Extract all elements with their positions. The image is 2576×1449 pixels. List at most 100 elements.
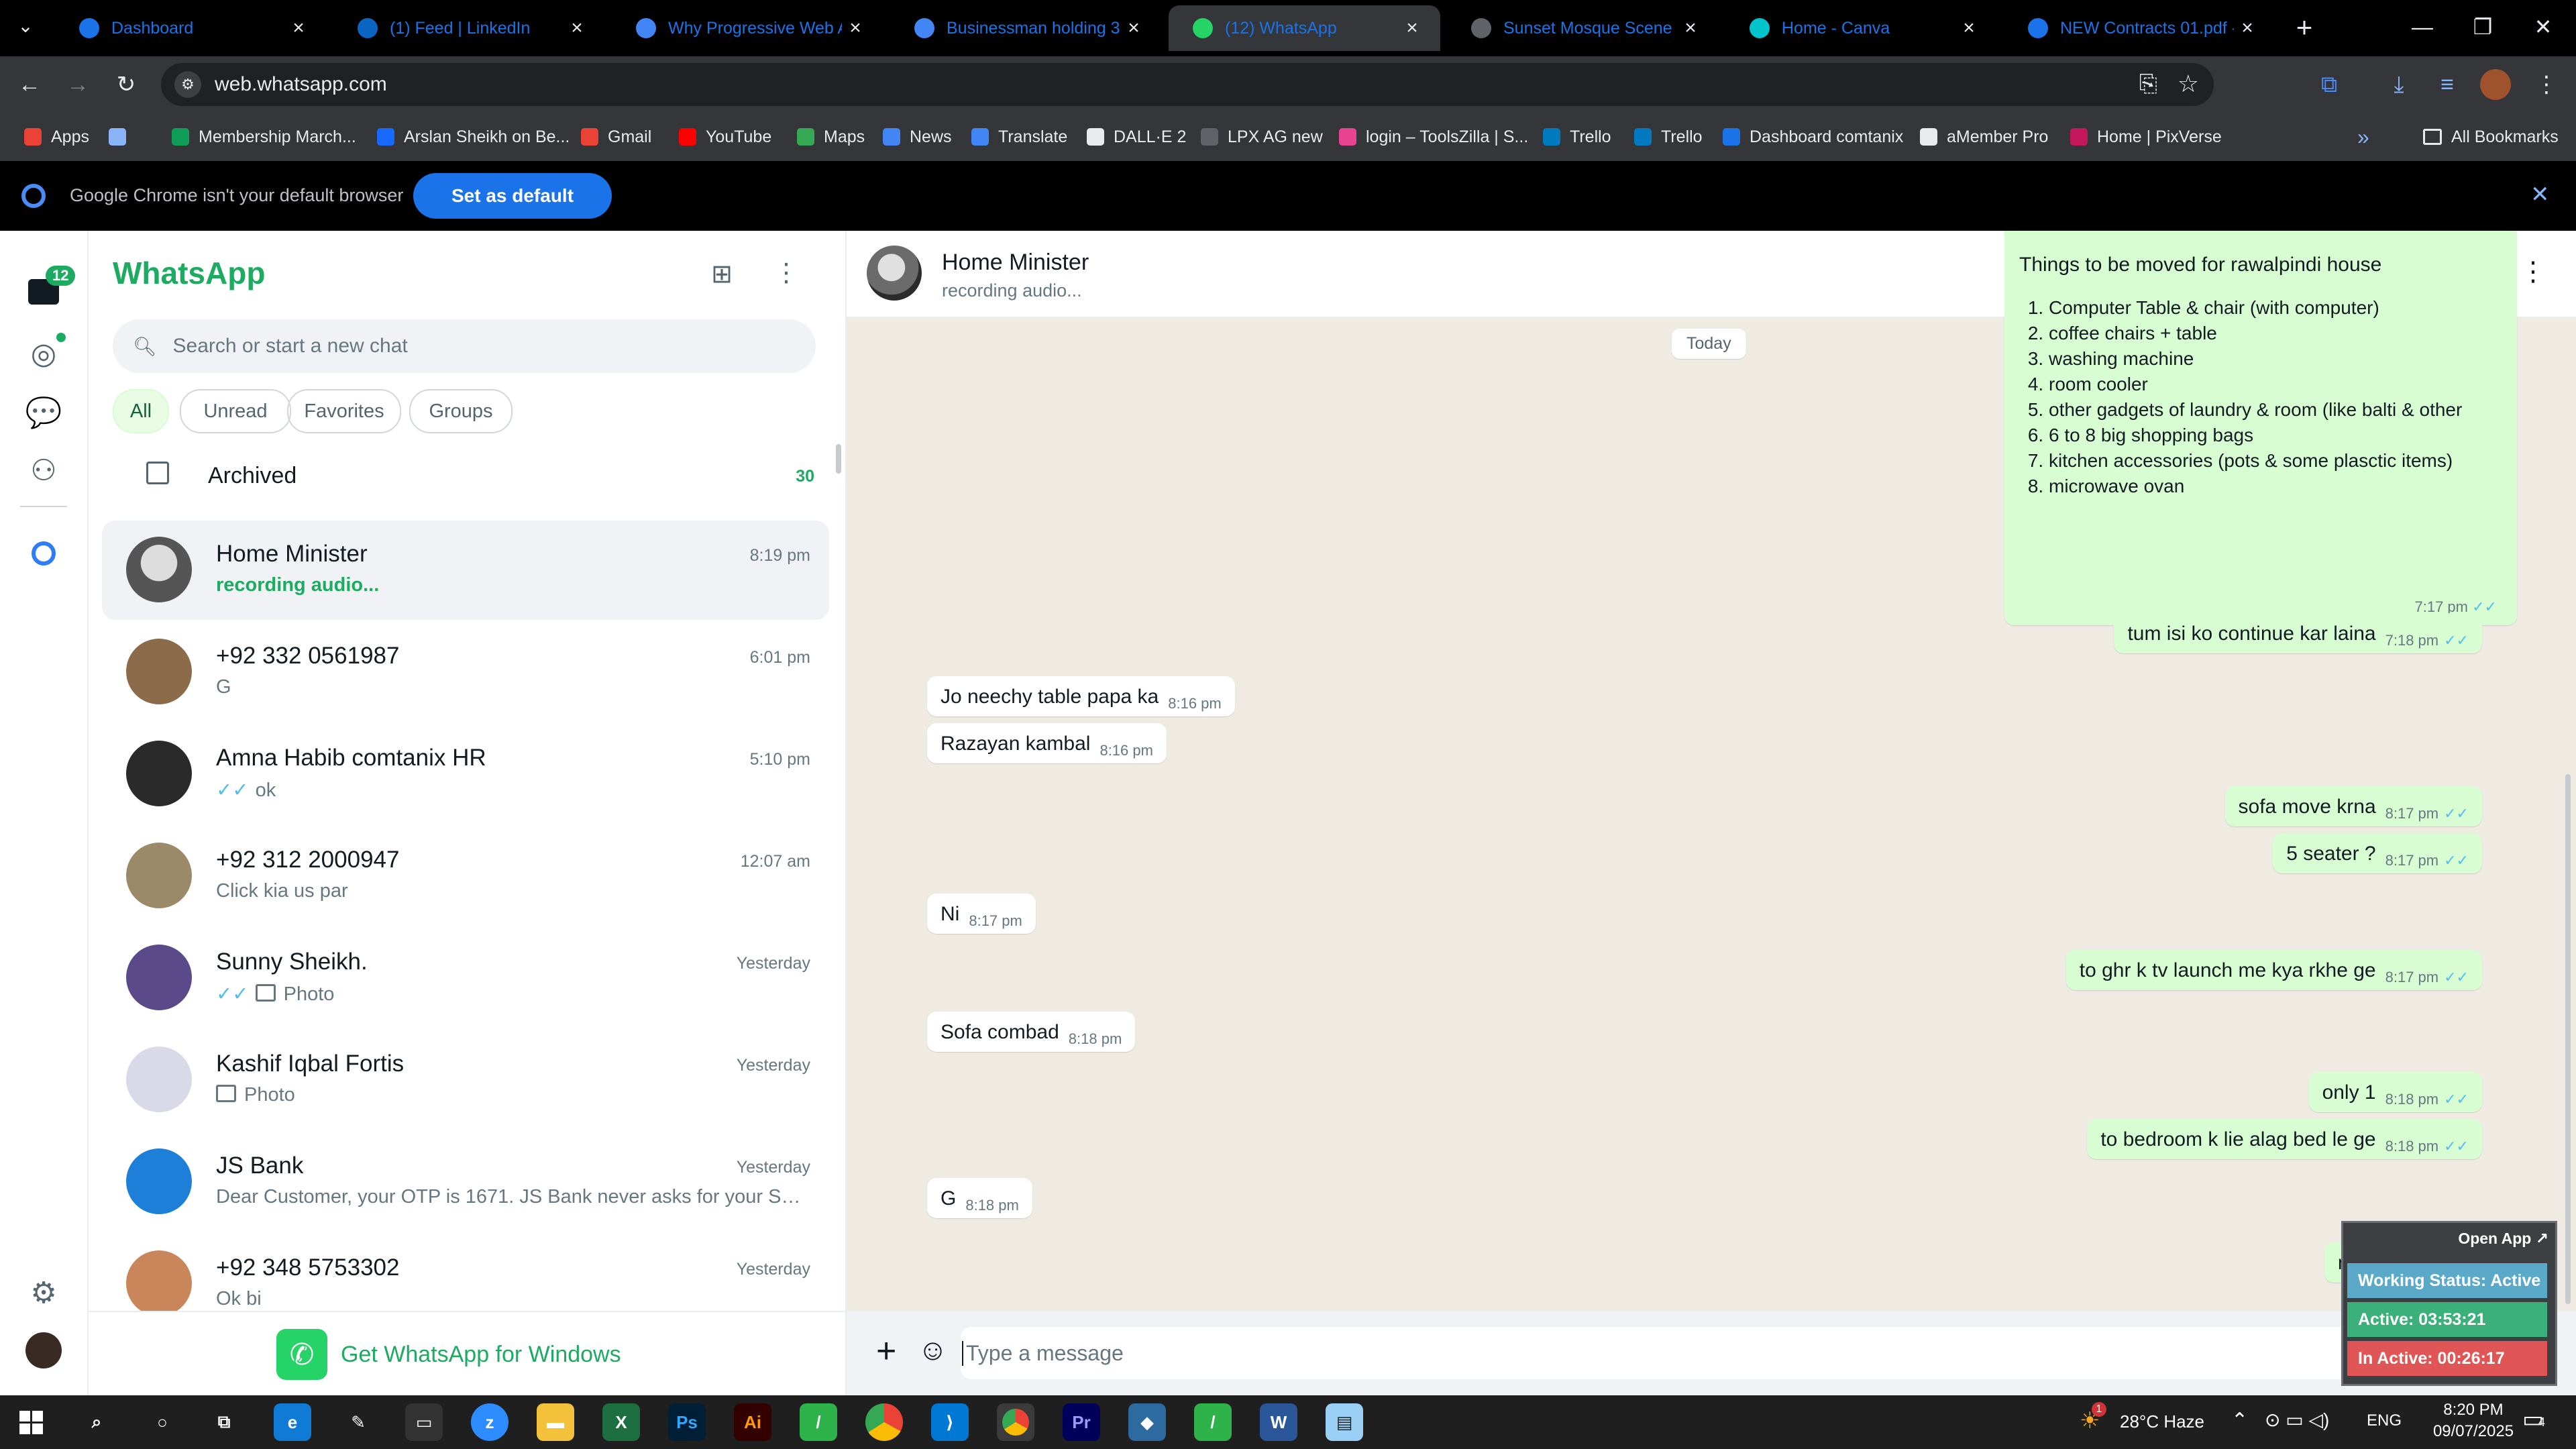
attach-plus-icon[interactable]: +: [876, 1331, 896, 1371]
weather-icon[interactable]: ☀ 1: [2080, 1402, 2106, 1434]
taskbar-search-icon[interactable]: ⌕: [78, 1403, 115, 1441]
bookmark-item[interactable]: Trello: [1634, 125, 1703, 149]
bookmark-item[interactable]: Translate: [971, 125, 1067, 149]
photoshop-icon[interactable]: Ps: [668, 1403, 706, 1441]
chat-avatar[interactable]: [126, 1046, 192, 1112]
all-bookmarks[interactable]: All Bookmarks: [2423, 125, 2559, 149]
bookmark-item[interactable]: login – ToolsZilla | S...: [1339, 125, 1528, 149]
tab-close-icon[interactable]: ×: [2234, 17, 2261, 40]
notification-icon[interactable]: ▭ 4: [2522, 1406, 2545, 1433]
message-bubble[interactable]: 5 seater ? 8:17 pm ✓✓: [2273, 833, 2482, 873]
search-input[interactable]: 🔍︎ Search or start a new chat: [113, 319, 816, 373]
cut-tool-2-icon[interactable]: /: [1194, 1403, 1232, 1441]
close-infobar-icon[interactable]: ✕: [2530, 181, 2550, 208]
profile-avatar[interactable]: [2477, 66, 2514, 103]
back-icon[interactable]: ←: [11, 66, 48, 103]
set-as-default-button[interactable]: Set as default: [413, 173, 612, 219]
contact-avatar[interactable]: [867, 246, 922, 301]
browser-tab[interactable]: (1) Feed | LinkedIn ×: [333, 5, 605, 51]
bookmark-star-icon[interactable]: ☆: [2178, 70, 2199, 98]
message-bubble[interactable]: Razayan kambal 8:16 pm: [927, 723, 1167, 763]
open-app-button[interactable]: Open App ↗: [2458, 1230, 2548, 1248]
reload-icon[interactable]: ↻: [107, 66, 145, 103]
get-whatsapp-windows-banner[interactable]: ✆ Get WhatsApp for Windows: [89, 1311, 845, 1397]
downloads-icon[interactable]: ⤓: [2380, 66, 2418, 103]
filter-chip-all[interactable]: All: [113, 389, 169, 433]
chat-row[interactable]: Kashif Iqbal Fortis Photo Yesterday: [102, 1030, 829, 1130]
address-bar[interactable]: ⚙ web.whatsapp.com ⎘ ☆: [161, 63, 2214, 106]
message-bubble[interactable]: sofa move krna 8:17 pm ✓✓: [2224, 786, 2482, 826]
message-bubble[interactable]: only 1 8:18 pm ✓✓: [2308, 1072, 2482, 1112]
chat-row[interactable]: Home Minister recording audio... 8:19 pm: [102, 521, 829, 620]
tab-close-icon[interactable]: ×: [1955, 17, 1982, 40]
app-icon[interactable]: ◆: [1128, 1403, 1166, 1441]
restore-icon[interactable]: ❐: [2453, 0, 2513, 54]
word-icon[interactable]: W: [1260, 1403, 1297, 1441]
bookmark-item[interactable]: Apps: [24, 125, 89, 149]
bookmark-item[interactable]: News: [883, 125, 952, 149]
chat-row[interactable]: +92 312 2000947 Click kia us par 12:07 am: [102, 826, 829, 926]
message-bubble-list[interactable]: Things to be moved for rawalpindi house …: [2004, 231, 2517, 625]
meta-ai-icon[interactable]: [23, 533, 64, 574]
chat-row[interactable]: Sunny Sheikh. ✓✓ Photo Yesterday: [102, 928, 829, 1028]
message-input[interactable]: Type a message: [961, 1327, 2450, 1379]
message-bubble[interactable]: Sofa combad 8:18 pm: [927, 1012, 1136, 1052]
conversation-menu-icon[interactable]: ⋮: [2520, 256, 2546, 287]
new-tab-icon[interactable]: +: [2288, 11, 2321, 44]
chrome-active-icon[interactable]: [997, 1403, 1034, 1441]
file-explorer-icon[interactable]: ▬: [537, 1403, 574, 1441]
chats-icon[interactable]: 12: [23, 266, 76, 313]
vscode-icon[interactable]: ⟩: [931, 1403, 969, 1441]
chat-list-scrollbar[interactable]: [836, 444, 841, 474]
bookmark-item[interactable]: Membership March...: [172, 125, 356, 149]
tab-search-icon[interactable]: ⌄: [12, 15, 39, 42]
message-bubble[interactable]: to ghr k tv launch me kya rkhe ge 8:17 pm…: [2065, 950, 2482, 990]
close-window-icon[interactable]: ✕: [2513, 0, 2573, 54]
task-view-icon[interactable]: ⧉: [205, 1403, 243, 1441]
browser-tab[interactable]: Home - Canva ×: [1725, 5, 1997, 51]
chat-avatar[interactable]: [126, 741, 192, 806]
filter-chip-favorites[interactable]: Favorites: [287, 389, 401, 433]
forward-icon[interactable]: →: [59, 66, 97, 103]
new-chat-icon[interactable]: ⊞: [707, 259, 737, 288]
filter-chip-groups[interactable]: Groups: [409, 389, 513, 433]
chat-avatar[interactable]: [126, 1250, 192, 1316]
chrome-menu-icon[interactable]: ⋮: [2528, 66, 2565, 103]
clock-time[interactable]: 8:20 PM: [2430, 1401, 2517, 1419]
chat-avatar[interactable]: [126, 945, 192, 1010]
chat-avatar[interactable]: [126, 843, 192, 908]
channels-icon[interactable]: 💬: [23, 392, 64, 433]
weather-text[interactable]: 28°C Haze: [2120, 1411, 2204, 1432]
tray-icons[interactable]: ⊙ ▭ ◁): [2265, 1409, 2329, 1431]
tab-close-icon[interactable]: ×: [285, 17, 312, 40]
more-bookmarks-icon[interactable]: »: [2357, 125, 2369, 149]
tab-close-icon[interactable]: ×: [1677, 17, 1704, 40]
bookmark-item[interactable]: Gmail: [581, 125, 651, 149]
message-bubble[interactable]: G 8:18 pm: [927, 1178, 1032, 1218]
language-indicator[interactable]: ENG: [2367, 1411, 2402, 1430]
bookmark-item[interactable]: Home | PixVerse: [2070, 125, 2222, 149]
menu-icon[interactable]: ⋮: [773, 258, 800, 287]
clock-date[interactable]: 09/07/2025: [2423, 1422, 2524, 1441]
message-bubble[interactable]: Ni 8:17 pm: [927, 894, 1036, 934]
bookmark-item[interactable]: [109, 125, 136, 149]
chat-row[interactable]: +92 332 0561987 G 6:01 pm: [102, 623, 829, 722]
site-info-icon[interactable]: ⚙: [174, 71, 201, 98]
pen-icon[interactable]: ✎: [339, 1403, 377, 1441]
archived-row[interactable]: Archived 30: [89, 443, 845, 507]
browser-tab[interactable]: Sunset Mosque Scene Co×: [1447, 5, 1719, 51]
windows-start-icon[interactable]: [12, 1403, 50, 1441]
emoji-sticker-icon[interactable]: ☺: [918, 1334, 948, 1367]
tab-close-icon[interactable]: ×: [1120, 17, 1147, 40]
communities-icon[interactable]: ⚇: [23, 449, 64, 491]
bookmark-item[interactable]: Dashboard comtanix: [1723, 125, 1903, 149]
tab-close-icon[interactable]: ×: [564, 17, 590, 40]
browser-tab[interactable]: NEW Contracts 01.pdf - ×: [2004, 5, 2275, 51]
message-bubble[interactable]: Jo neechy table papa ka 8:16 pm: [927, 676, 1235, 716]
minimize-icon[interactable]: —: [2392, 0, 2453, 54]
chat-row[interactable]: Amna Habib comtanix HR ✓✓ ok 5:10 pm: [102, 724, 829, 824]
filter-chip-unread[interactable]: Unread: [180, 389, 291, 433]
illustrator-icon[interactable]: Ai: [734, 1403, 771, 1441]
browser-tab[interactable]: (12) WhatsApp ×: [1169, 5, 1440, 51]
cortana-icon[interactable]: ○: [144, 1403, 181, 1441]
